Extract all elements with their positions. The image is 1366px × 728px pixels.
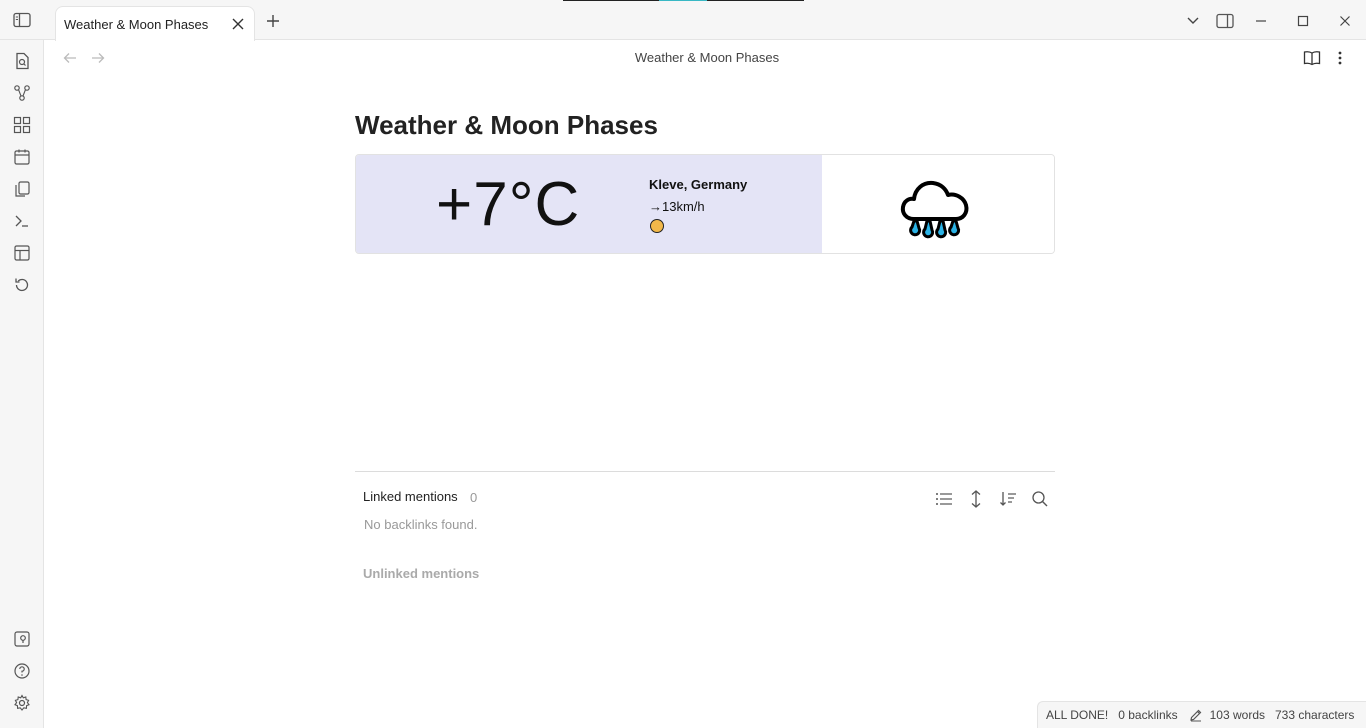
title-bar: Weather & Moon Phases — [0, 0, 1366, 41]
linked-mentions-count: 0 — [470, 490, 478, 505]
settings-gear-icon[interactable] — [11, 692, 33, 714]
minimize-icon[interactable] — [1249, 10, 1273, 32]
graph-view-icon[interactable] — [11, 82, 33, 104]
expand-collapse-icon[interactable] — [965, 488, 987, 510]
drag-indicator — [563, 0, 804, 1]
copy-files-icon[interactable] — [11, 178, 33, 200]
edit-pencil-icon[interactable] — [1188, 707, 1204, 723]
search-icon[interactable] — [1029, 488, 1051, 510]
backlinks-count[interactable]: 0 backlinks — [1118, 708, 1177, 722]
status-text: ALL DONE! — [1046, 708, 1109, 722]
character-count: 733 characters — [1275, 708, 1355, 722]
weather-info-panel: +7°C Kleve, Germany →13km/h — [356, 155, 822, 253]
tab-weather-moon-phases[interactable]: Weather & Moon Phases — [55, 6, 255, 41]
forward-arrow-icon[interactable] — [87, 48, 109, 68]
temperature: +7°C — [436, 170, 581, 239]
rain-cloud-icon — [900, 175, 972, 244]
more-options-icon[interactable] — [1329, 48, 1351, 68]
help-icon[interactable] — [11, 660, 33, 682]
quick-switcher-icon[interactable] — [11, 50, 33, 72]
unlinked-mentions-heading[interactable]: Unlinked mentions — [363, 566, 479, 581]
list-view-icon[interactable] — [933, 488, 955, 510]
terminal-icon[interactable] — [11, 210, 33, 232]
view-header-title[interactable]: Weather & Moon Phases — [560, 50, 854, 65]
back-arrow-icon[interactable] — [59, 48, 81, 68]
tab-title: Weather & Moon Phases — [64, 16, 209, 32]
calendar-icon[interactable] — [11, 146, 33, 168]
note-title: Weather & Moon Phases — [355, 110, 658, 140]
weather-widget: +7°C Kleve, Germany →13km/h — [355, 154, 1055, 254]
moon-phase-icon — [650, 219, 664, 233]
canvas-grid-icon[interactable] — [11, 114, 33, 136]
close-icon[interactable] — [228, 14, 248, 34]
maximize-icon[interactable] — [1291, 10, 1315, 32]
word-count: 103 words — [1209, 708, 1265, 722]
vault-switcher-icon[interactable] — [11, 628, 33, 650]
plus-icon[interactable] — [262, 10, 284, 32]
sidebar-toggle-icon[interactable] — [11, 10, 33, 30]
backlinks-divider — [355, 471, 1055, 472]
template-icon[interactable] — [11, 242, 33, 264]
wind-speed: →13km/h — [649, 199, 705, 214]
weather-location: Kleve, Germany — [649, 177, 748, 192]
no-backlinks-message: No backlinks found. — [364, 517, 478, 532]
weather-condition-panel — [822, 155, 1054, 253]
window-close-icon[interactable] — [1333, 10, 1357, 32]
sort-icon[interactable] — [997, 488, 1019, 510]
left-ribbon — [0, 40, 44, 728]
reading-view-book-icon[interactable] — [1301, 48, 1323, 68]
status-bar: ALL DONE! 0 backlinks 103 words 733 char… — [1037, 701, 1366, 728]
right-sidebar-toggle-icon[interactable] — [1213, 10, 1237, 32]
history-icon[interactable] — [11, 274, 33, 296]
chevron-down-icon[interactable] — [1181, 10, 1205, 32]
linked-mentions-heading[interactable]: Linked mentions — [363, 489, 458, 504]
